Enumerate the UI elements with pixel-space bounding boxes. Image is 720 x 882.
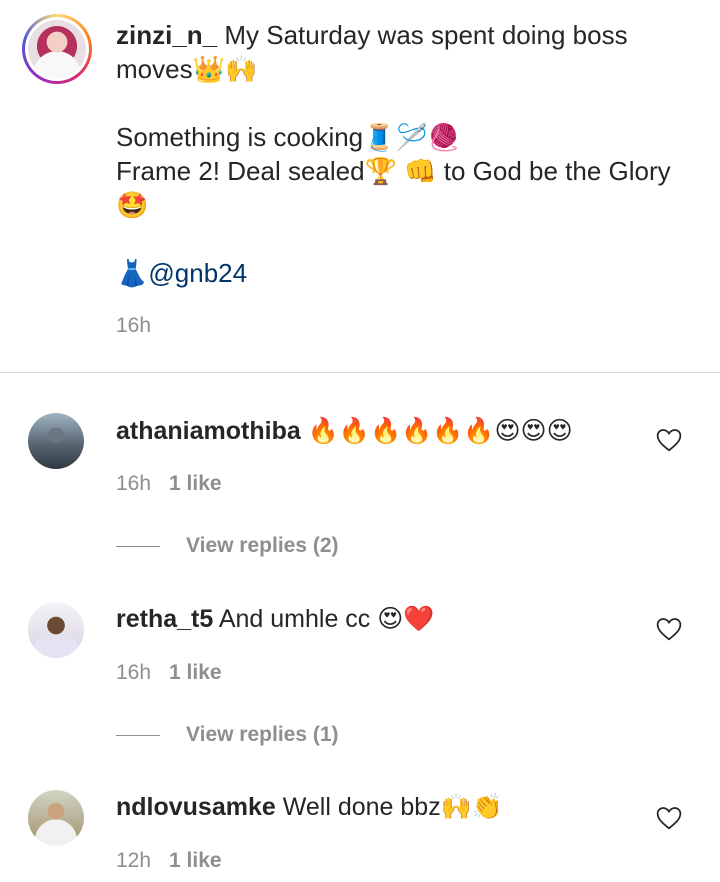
view-replies-button[interactable]: View replies (1) — [116, 723, 339, 747]
comment-body: ndlovusamke Well done bbz🙌👏 — [116, 791, 656, 823]
caption-mention-link[interactable]: @gnb24 — [148, 258, 247, 288]
caption-line-2: moves👑🙌 — [116, 54, 258, 84]
caption-line-3: Something is cooking🧵🪡🧶 — [116, 122, 461, 152]
comment-username[interactable]: ndlovusamke — [116, 793, 276, 821]
comment-body: retha_t5 And umhle cc 😍❤️ — [116, 603, 656, 635]
view-replies-button[interactable]: View replies (2) — [116, 534, 339, 558]
caption-avatar[interactable] — [22, 14, 92, 84]
comments-screen: zinzi_n_ My Saturday was spent doing bos… — [0, 0, 720, 882]
comment-timestamp: 16h — [116, 472, 152, 495]
comment-username[interactable]: retha_t5 — [116, 605, 213, 633]
comment-text: And umhle cc 😍❤️ — [218, 605, 435, 633]
caption-timestamp: 16h — [116, 314, 152, 337]
comment-likes[interactable]: 1 like — [169, 472, 222, 495]
comment-meta: 16h 1 like — [116, 661, 222, 685]
like-heart-icon[interactable] — [656, 428, 682, 452]
comment-meta: 12h 1 like — [116, 849, 222, 873]
like-heart-icon[interactable] — [656, 617, 682, 641]
post-caption: zinzi_n_ My Saturday was spent doing bos… — [0, 0, 720, 372]
caption-text: zinzi_n_ My Saturday was spent doing bos… — [116, 18, 696, 290]
caption-dress-emoji: 👗 — [116, 258, 149, 288]
caption-username[interactable]: zinzi_n_ — [116, 20, 217, 50]
view-replies-label: View replies (2) — [186, 534, 339, 557]
comment-username[interactable]: athaniamothiba — [116, 417, 301, 445]
divider — [0, 372, 720, 373]
comment-timestamp: 16h — [116, 661, 152, 684]
view-replies-label: View replies (1) — [186, 723, 339, 746]
comment-meta: 16h 1 like — [116, 472, 222, 496]
comment-text: Well done bbz🙌👏 — [282, 793, 503, 821]
comment-body: athaniamothiba 🔥🔥🔥🔥🔥🔥😍😍😍 — [116, 415, 656, 447]
comment-likes[interactable]: 1 like — [169, 849, 222, 872]
caption-line-4: Frame 2! Deal sealed🏆 👊 to God be the Gl… — [116, 156, 671, 186]
caption-line-5: 🤩 — [116, 190, 149, 220]
caption-line-1: My Saturday was spent doing boss — [224, 20, 628, 50]
commenter-avatar[interactable] — [28, 413, 84, 469]
comment-likes[interactable]: 1 like — [169, 661, 222, 684]
commenter-avatar[interactable] — [28, 790, 84, 846]
comment-text: 🔥🔥🔥🔥🔥🔥😍😍😍 — [307, 417, 573, 445]
commenter-avatar[interactable] — [28, 602, 84, 658]
comment-timestamp: 12h — [116, 849, 152, 872]
like-heart-icon[interactable] — [656, 806, 682, 830]
